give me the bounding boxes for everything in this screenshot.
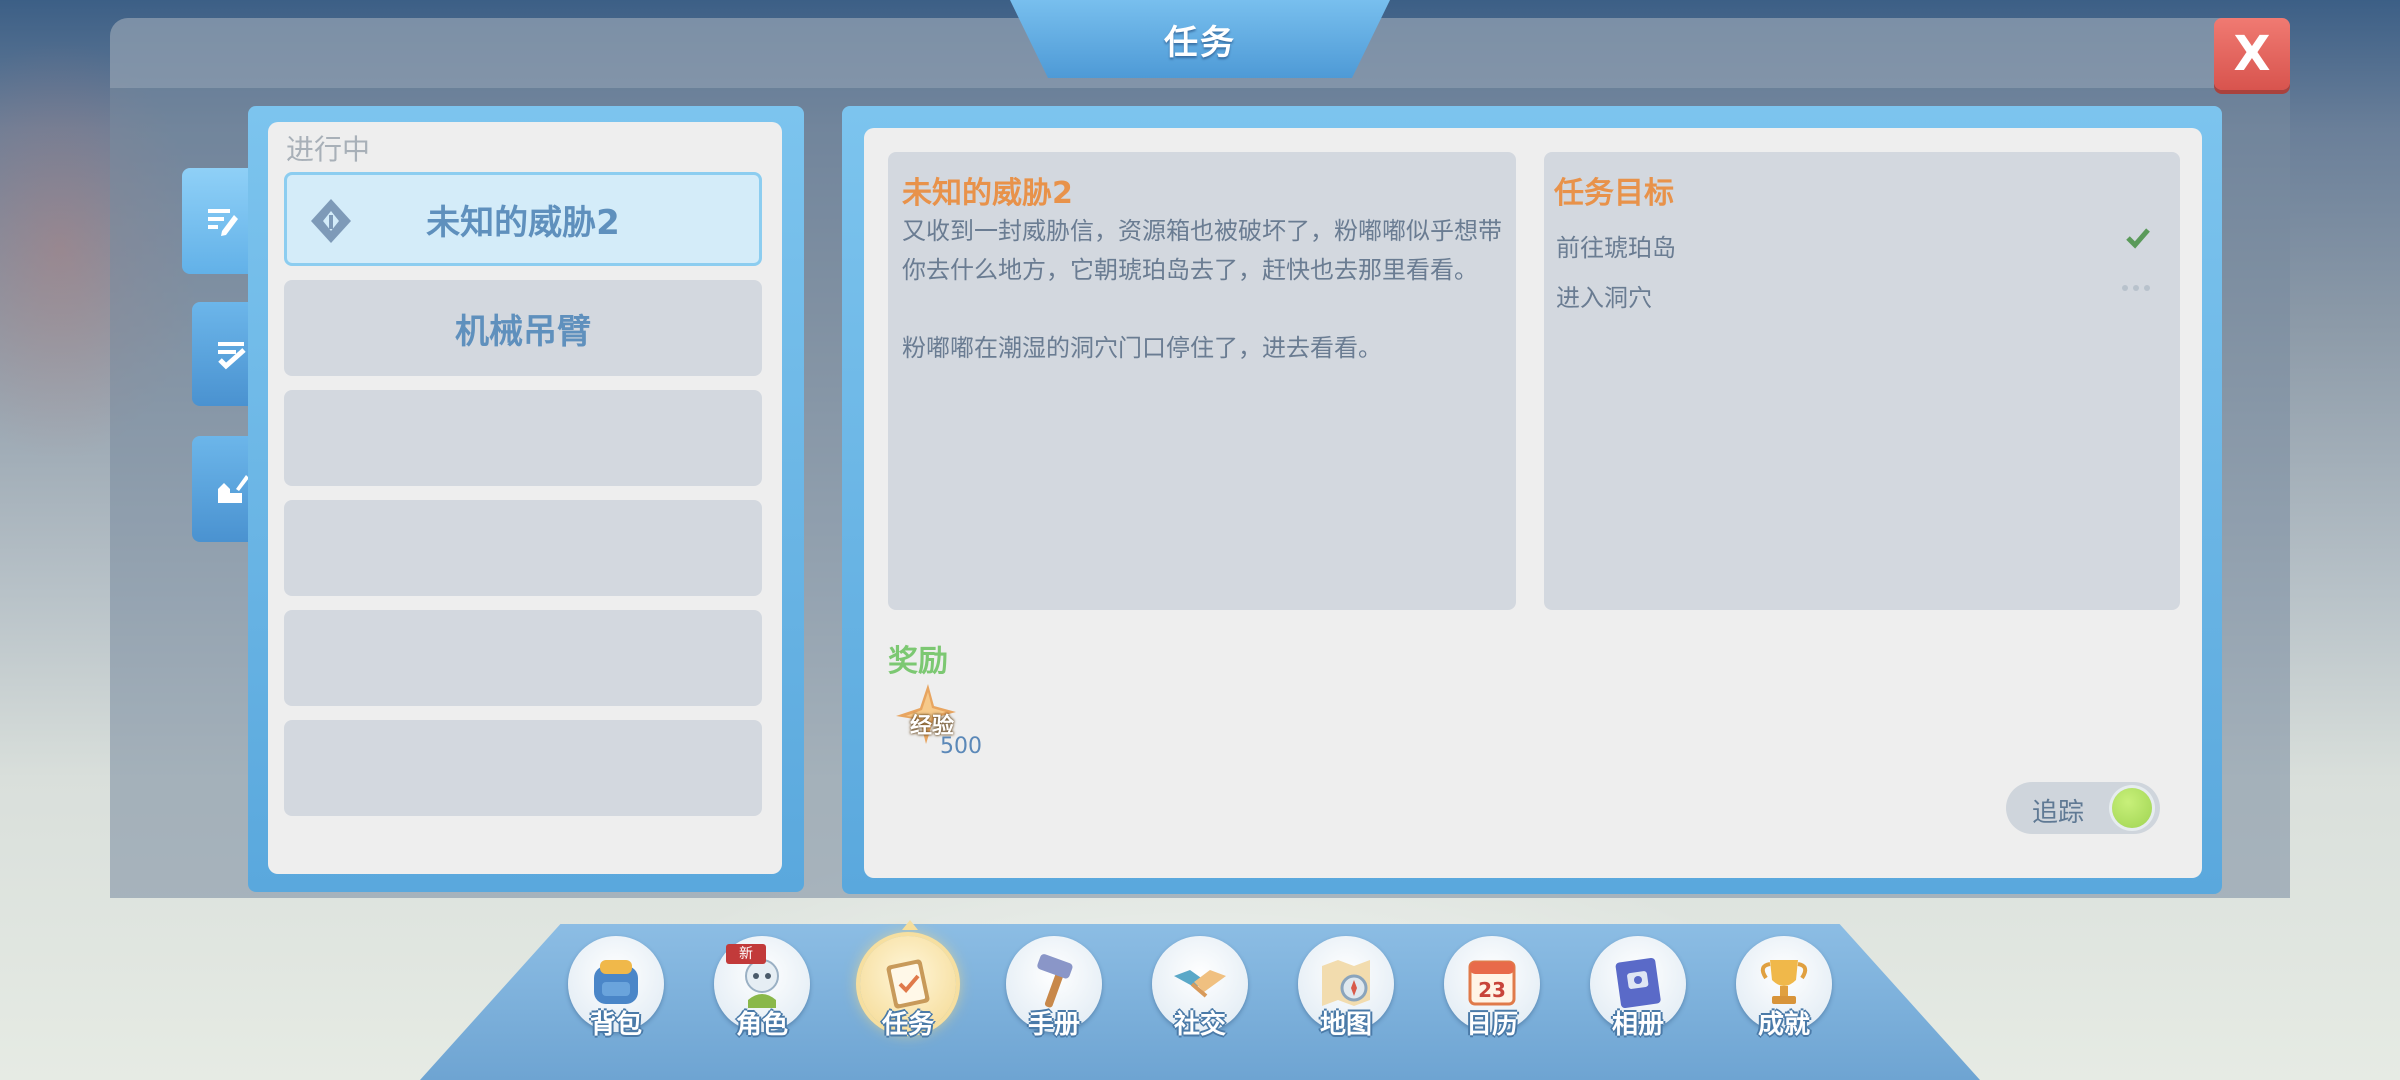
reward-title: 奖励 [888,644,948,679]
quest-item-empty [284,390,762,486]
quest-item[interactable]: 机械吊臂 [284,280,762,376]
nav-item-backpack[interactable]: 背包 [566,934,666,1054]
quest-check-icon [218,342,246,370]
quest-section-label: 进行中 [286,133,371,166]
nav-label: 背包 [589,1010,642,1040]
quest-item-empty [284,500,762,596]
backpack-icon [594,960,638,1004]
nav-label: 手册 [1027,1010,1080,1040]
goal-row: 前往琥珀岛 [1556,222,2166,262]
calendar-icon: 23 [1468,960,1516,1006]
reward-value: 500 [940,734,982,759]
quest-goals-title: 任务目标 [1554,176,1674,211]
handshake-icon [1174,970,1226,998]
window-title-tab: 任务 [1010,0,1390,78]
quest-item-label: 机械吊臂 [455,311,591,352]
track-toggle[interactable]: 追踪 [2006,782,2160,834]
nav-item-social[interactable]: 社交 [1150,934,1250,1054]
nav-label: 地图 [1319,1010,1372,1040]
nav-item-quest[interactable]: 任务 [858,920,958,1054]
svg-text:23: 23 [1478,978,1506,1002]
goal-row: 进入洞穴 [1556,272,2166,312]
checkmark-icon [2126,228,2150,249]
quest-detail-title: 未知的威胁2 [902,176,1073,211]
ellipsis-icon [2122,285,2150,291]
nav-item-album[interactable]: 相册 [1588,934,1688,1054]
goal-label: 前往琥珀岛 [1556,234,1676,262]
quest-item-empty [284,720,762,816]
close-button[interactable]: X [2214,18,2290,90]
toggle-knob [2112,788,2152,828]
nav-item-handbook[interactable]: 手册 [1004,934,1104,1054]
track-label: 追踪 [2032,798,2085,828]
quest-goals-box [1544,152,2180,610]
hammer-icon [1037,954,1073,1008]
nav-item-character[interactable]: 新 角色 [712,934,812,1054]
nav-label: 相册 [1611,1010,1664,1040]
nav-label: 日历 [1465,1010,1518,1040]
quest-edit-icon [208,209,238,236]
quest-item-empty [284,610,762,706]
nav-label: 社交 [1173,1010,1226,1040]
nav-item-map[interactable]: 地图 [1296,934,1396,1054]
goal-label: 进入洞穴 [1556,284,1652,312]
album-icon [1615,957,1661,1009]
nav-label: 任务 [881,1010,934,1040]
map-compass-icon [1322,960,1370,1006]
nav-label: 角色 [735,1010,788,1040]
nav-item-calendar[interactable]: 23 日历 [1442,934,1542,1054]
quest-diamond-icon [311,199,351,243]
nav-item-achievement[interactable]: 成就 [1734,934,1834,1054]
window-title: 任务 [1164,22,1236,63]
building-edit-icon [218,475,249,503]
trophy-icon [1760,960,1808,1004]
quest-item-label: 未知的威胁2 [426,202,620,243]
quest-description: 又收到一封威胁信，资源箱也被破坏了，粉嘟嘟似乎想带你去什么地方，它朝琥珀岛去了，… [902,217,1502,362]
new-badge: 新 [726,944,766,964]
nav-label: 成就 [1757,1010,1810,1040]
active-indicator [902,920,918,930]
close-icon: X [2233,26,2271,82]
quest-item[interactable]: 未知的威胁2 [284,172,762,266]
quest-clipboard-icon [886,959,930,1009]
